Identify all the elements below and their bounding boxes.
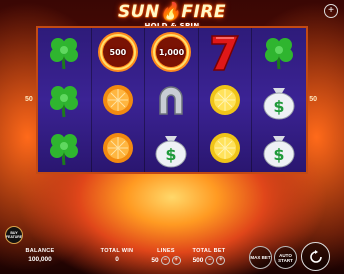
lines-plus-button[interactable]: + — [171, 256, 181, 265]
total-win-display: TOTAL WIN 0 — [97, 248, 137, 263]
total-bet-value: 500 — [192, 257, 204, 265]
reel-2-row-1: 500 — [92, 28, 146, 76]
reel-4-row-3 — [199, 124, 253, 172]
reel-4-row-1 — [199, 28, 253, 76]
clover-icon — [50, 86, 79, 118]
lemon-icon — [210, 133, 241, 163]
reel-1-row-3 — [38, 124, 92, 172]
bet-minus-button[interactable]: − — [205, 256, 215, 265]
lines-label: LINES — [157, 248, 175, 254]
balance-label: BALANCE — [25, 248, 55, 254]
logo-title: SUN🔥FIRE — [117, 2, 227, 22]
dollar-bag-icon: $ — [263, 88, 295, 120]
fireball-value: 1,000 — [158, 47, 185, 57]
fireball-value: 500 — [109, 47, 127, 57]
reel-2-row-2 — [92, 76, 146, 124]
lines-control: LINES 50− + — [146, 248, 186, 265]
lines-value-row: 50− + — [146, 256, 186, 265]
reel-4-row-2 — [199, 76, 253, 124]
total-win-label: TOTAL WIN — [100, 248, 134, 254]
reel-grid: 500 1,000 $ $ $ — [36, 26, 308, 174]
balance-display: BALANCE 100,000 — [20, 248, 60, 263]
horseshoe-icon — [159, 86, 184, 115]
svg-text:$: $ — [274, 145, 285, 164]
reel-3-row-1: 1,000 — [145, 28, 199, 76]
spin-arrow-icon — [309, 249, 322, 263]
clover-icon — [50, 38, 79, 70]
menu-plus-icon[interactable]: + — [324, 4, 338, 18]
reel-1-row-2 — [38, 76, 92, 124]
dollar-bag-icon: $ — [263, 136, 295, 168]
reel-5-row-1 — [252, 28, 306, 76]
reel-5-row-2: $ — [252, 76, 306, 124]
total-bet-label: TOTAL BET — [192, 248, 226, 254]
lines-marker-right: 50 — [309, 96, 317, 103]
clover-icon — [50, 134, 79, 166]
svg-text:$: $ — [274, 97, 285, 116]
lemon-icon — [210, 85, 241, 115]
lines-minus-button[interactable]: − — [160, 256, 170, 265]
reel-3-row-2 — [145, 76, 199, 124]
max-bet-button[interactable]: MAX BET — [249, 246, 272, 269]
total-bet-value-row: 500− + — [187, 256, 231, 265]
total-bet-control: TOTAL BET 500− + — [187, 248, 231, 265]
reel-2-row-3 — [92, 124, 146, 172]
spin-button[interactable] — [301, 242, 330, 271]
lines-marker-left: 50 — [25, 96, 33, 103]
bet-plus-button[interactable]: + — [216, 256, 226, 265]
reel-1-row-1 — [38, 28, 92, 76]
dollar-bag-icon: $ — [155, 136, 187, 168]
reel-5-row-3: $ — [252, 124, 306, 172]
total-win-value: 0 — [115, 256, 119, 263]
orange-icon — [102, 133, 133, 163]
reel-3-row-3: $ — [145, 124, 199, 172]
buy-feature-button[interactable]: BUY FEATURE — [5, 226, 23, 244]
auto-start-button[interactable]: AUTO START — [274, 246, 297, 269]
bottom-hud: BALANCE 100,000 TOTAL WIN 0 LINES 50− + T… — [0, 242, 344, 274]
orange-icon — [102, 85, 133, 115]
balance-value: 100,000 — [28, 256, 52, 263]
clover-icon — [265, 38, 294, 70]
seven-icon — [211, 35, 240, 71]
lines-value: 50 — [151, 257, 159, 265]
svg-text:$: $ — [166, 145, 177, 164]
